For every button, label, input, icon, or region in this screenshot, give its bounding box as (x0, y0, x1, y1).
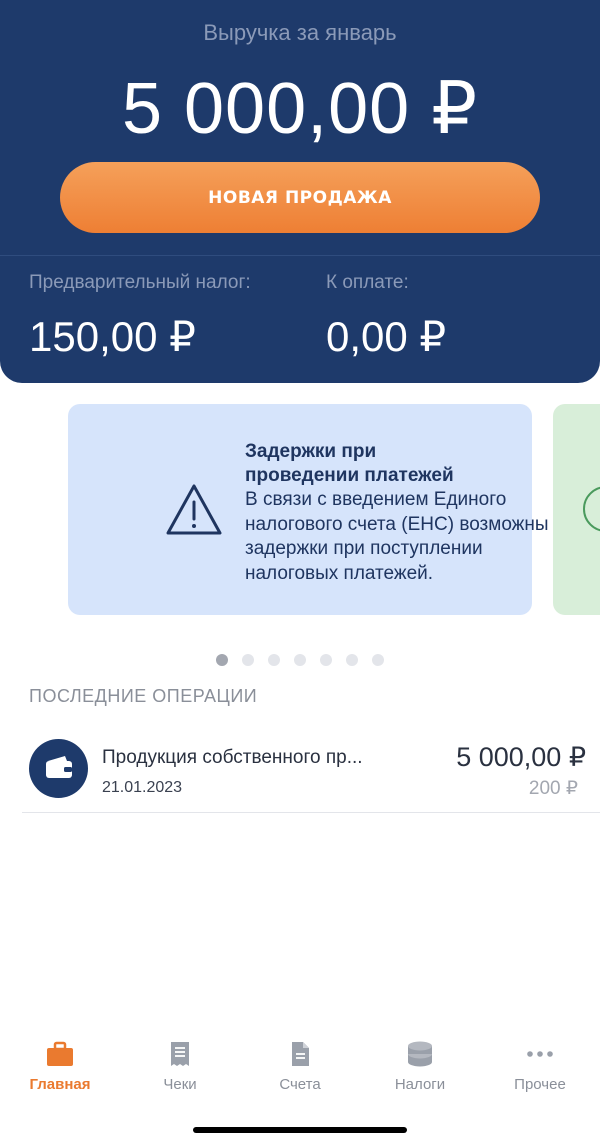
to-pay-value: 0,00 ₽ (326, 313, 447, 360)
banner-text: В связи с введением Единого налогового с… (245, 488, 585, 586)
pagination-dot[interactable] (346, 654, 358, 666)
banner-text-line: налоговых платежей. (245, 562, 434, 584)
revenue-label: Выручка за январь (203, 20, 397, 45)
carousel-pagination (216, 654, 384, 666)
pre-tax-label: Предварительный налог: (29, 272, 251, 293)
bottom-tab-bar: Главная Чеки Счета Налоги Прочее (0, 1030, 600, 1110)
tab-taxes[interactable]: Налоги (360, 1030, 480, 1110)
pagination-dot-active[interactable] (216, 654, 228, 666)
receipt-icon (171, 1042, 189, 1066)
banner-card[interactable]: Задержки при проведении платежей В связи… (68, 404, 549, 615)
operation-amount: 5 000,00 ₽ (456, 742, 586, 772)
pagination-dot[interactable] (268, 654, 280, 666)
tab-invoices-label: Счета (279, 1076, 321, 1093)
operation-row[interactable]: Продукция собственного пр... 21.01.2023 … (22, 725, 600, 813)
tab-home[interactable]: Главная (0, 1030, 120, 1110)
operation-tax-amount: 200 ₽ (528, 778, 578, 799)
tab-more[interactable]: Прочее (480, 1030, 600, 1110)
to-pay-block[interactable]: К оплате: 0,00 ₽ (326, 272, 446, 361)
banner-card-next[interactable] (553, 404, 600, 615)
document-icon (292, 1042, 309, 1066)
operation-avatar (29, 739, 88, 798)
pre-tax-block[interactable]: Предварительный налог: 150,00 ₽ (29, 272, 251, 361)
pagination-dot[interactable] (242, 654, 254, 666)
banner-title: Задержки при проведении платежей (245, 440, 575, 488)
briefcase-icon (47, 1041, 73, 1066)
pagination-dot[interactable] (372, 654, 384, 666)
tab-receipts-label: Чеки (163, 1076, 197, 1093)
banner-carousel[interactable]: Задержки при проведении платежей В связи… (0, 404, 600, 616)
to-pay-label: К оплате: (326, 272, 409, 293)
banner-text-line: налогового счета (ЕНС) возможны (245, 513, 549, 535)
banner-text-line: В связи с введением Единого (245, 489, 507, 510)
circle-icon (583, 486, 600, 532)
coins-icon (408, 1041, 432, 1067)
pre-tax-value: 150,00 ₽ (29, 313, 196, 360)
home-indicator[interactable] (193, 1127, 407, 1133)
tab-home-label: Главная (29, 1076, 91, 1093)
operation-date: 21.01.2023 (102, 779, 183, 796)
tab-receipts[interactable]: Чеки (120, 1030, 240, 1110)
header-divider (0, 255, 600, 256)
operation-name: Продукция собственного пр... (102, 747, 363, 768)
new-sale-button[interactable]: НОВАЯ ПРОДАЖА (60, 162, 540, 233)
banner-text-line: задержки при поступлении (245, 538, 483, 559)
tab-taxes-label: Налоги (394, 1076, 446, 1093)
wallet-icon (46, 756, 72, 778)
warning-triangle-icon (166, 484, 222, 535)
revenue-header: Выручка за январь 5 000,00 ₽ НОВАЯ ПРОДА… (0, 0, 600, 383)
banner-title-line: проведении платежей (245, 465, 454, 486)
revenue-amount: 5 000,00 ₽ (121, 69, 479, 149)
pagination-dot[interactable] (320, 654, 332, 666)
recent-operations-title: ПОСЛЕДНИЕ ОПЕРАЦИИ (29, 686, 258, 706)
tab-invoices[interactable]: Счета (240, 1030, 360, 1110)
tab-more-label: Прочее (514, 1076, 566, 1093)
pagination-dot[interactable] (294, 654, 306, 666)
banner-title-line: Задержки при (245, 441, 377, 462)
more-dots-icon (527, 1051, 553, 1057)
